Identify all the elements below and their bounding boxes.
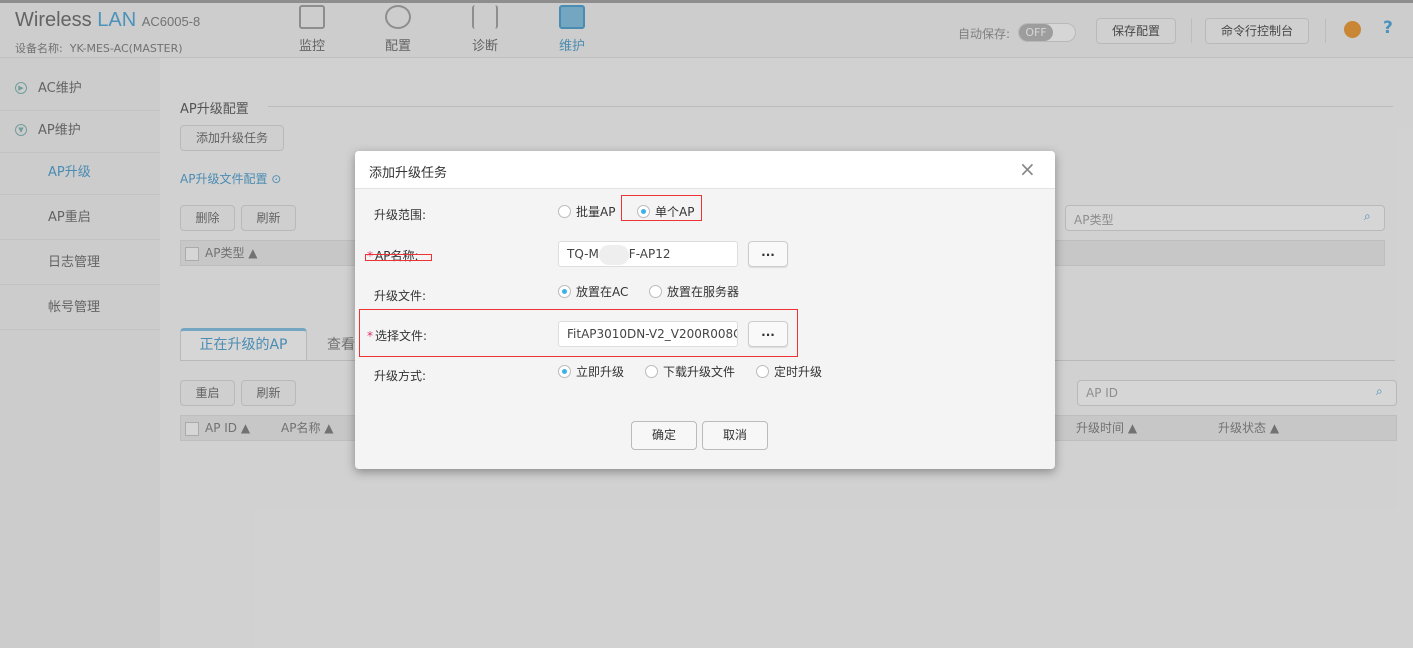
dialog-title: 添加升级任务 — [369, 166, 448, 181]
scope-batch-radio[interactable]: 批量AP — [558, 203, 615, 220]
label-text: 选择文件: — [375, 329, 428, 343]
radio-icon — [756, 365, 769, 378]
file-input[interactable]: FitAP3010DN-V2_V200R008C — [558, 321, 738, 347]
radio-label: 放置在服务器 — [667, 285, 740, 299]
close-icon[interactable]: × — [1019, 157, 1036, 181]
ok-button[interactable]: 确定 — [631, 421, 697, 450]
browse-ap-button[interactable]: ... — [748, 241, 788, 267]
radio-icon — [558, 365, 571, 378]
radio-icon — [558, 205, 571, 218]
mode-label: 升级方式: — [374, 369, 427, 383]
add-upgrade-task-dialog: 添加升级任务 × 升级范围: 批量AP 单个AP * AP名称: TQ-M F-AP… — [355, 151, 1055, 469]
radio-label: 立即升级 — [576, 365, 625, 379]
mode-scheduled-radio[interactable]: 定时升级 — [756, 363, 822, 380]
ap-name-prefix: TQ-M — [567, 247, 599, 261]
radio-icon — [649, 285, 662, 298]
mode-download-radio[interactable]: 下载升级文件 — [645, 363, 735, 380]
scope-single-radio[interactable]: 单个AP — [637, 203, 694, 220]
radio-label: 下载升级文件 — [663, 365, 736, 379]
ap-name-input[interactable]: TQ-M F-AP12 — [558, 241, 738, 267]
file-location-label: 升级文件: — [374, 289, 427, 303]
dialog-header: 添加升级任务 × — [355, 151, 1055, 189]
file-label: * 选择文件: — [367, 329, 428, 343]
radio-label: 单个AP — [655, 205, 695, 219]
radio-icon — [558, 285, 571, 298]
ap-name-suffix: F-AP12 — [628, 247, 671, 261]
browse-file-button[interactable]: ... — [748, 321, 788, 347]
radio-label: 放置在AC — [576, 285, 629, 299]
cancel-button[interactable]: 取消 — [702, 421, 768, 450]
scope-label: 升级范围: — [374, 208, 427, 222]
mode-immediate-radio[interactable]: 立即升级 — [558, 363, 624, 380]
redaction — [598, 244, 629, 265]
radio-icon — [637, 205, 650, 218]
label-text: AP名称: — [375, 249, 419, 263]
radio-label: 批量AP — [576, 205, 616, 219]
file-on-ac-radio[interactable]: 放置在AC — [558, 283, 628, 300]
radio-label: 定时升级 — [774, 365, 823, 379]
radio-icon — [645, 365, 658, 378]
file-on-server-radio[interactable]: 放置在服务器 — [649, 283, 739, 300]
ap-name-label: * AP名称: — [367, 249, 419, 263]
